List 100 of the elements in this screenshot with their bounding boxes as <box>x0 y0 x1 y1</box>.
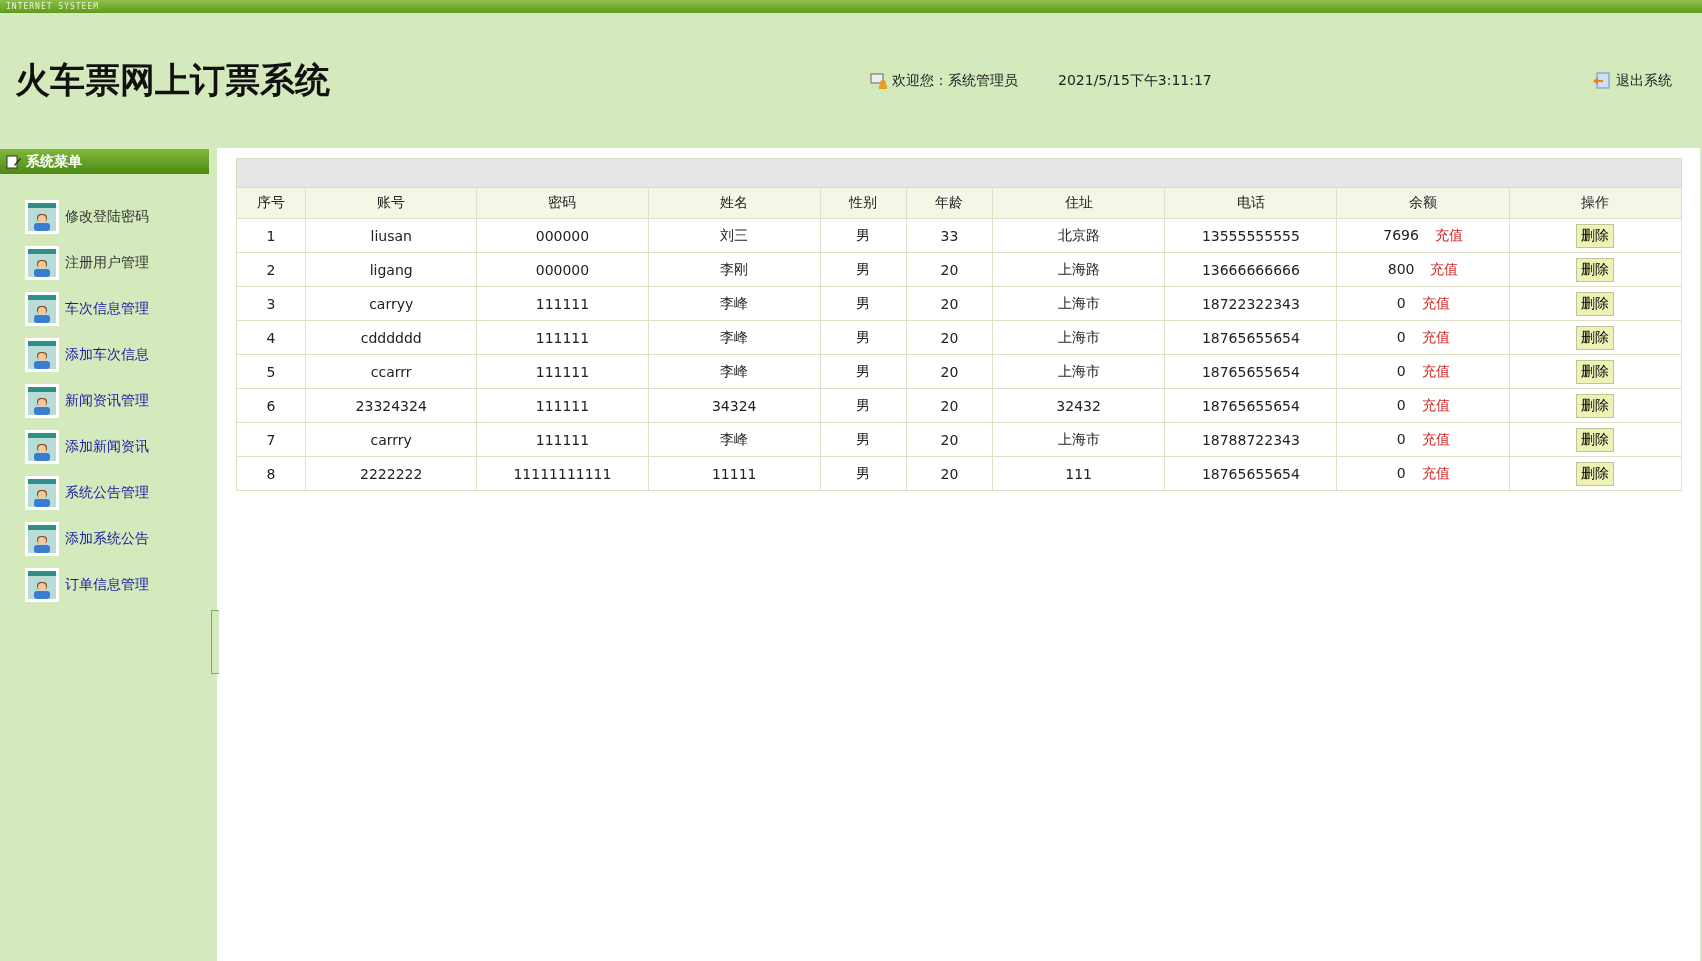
table-cell: 1 <box>236 218 306 253</box>
user-card-icon <box>25 246 59 280</box>
column-header: 电话 <box>1164 187 1337 219</box>
table-cell: 33 <box>906 218 993 253</box>
balance-text: 0 <box>1396 396 1406 413</box>
menu-title: 系统菜单 <box>26 152 82 171</box>
menu-item[interactable]: 添加新闻资讯 <box>25 430 217 464</box>
table-cell: 20 <box>906 252 993 287</box>
menu-item[interactable]: 系统公告管理 <box>25 476 217 510</box>
table-cell: 6 <box>236 388 306 423</box>
column-header: 余额 <box>1337 187 1510 219</box>
user-card-icon <box>25 476 59 510</box>
delete-button[interactable]: 删除 <box>1576 427 1615 452</box>
table-cell: 李峰 <box>648 320 821 355</box>
table-cell: ligang <box>305 252 477 287</box>
table-cell: 32432 <box>992 388 1165 423</box>
table-cell: 18722322343 <box>1164 286 1337 321</box>
delete-button[interactable]: 删除 <box>1576 223 1615 248</box>
column-header: 姓名 <box>648 187 821 219</box>
delete-button[interactable]: 删除 <box>1576 359 1615 384</box>
table-cell: 23324324 <box>305 388 477 423</box>
balance-text: 0 <box>1396 464 1406 481</box>
table-cell: 20 <box>906 320 993 355</box>
menu-item[interactable]: 添加车次信息 <box>25 338 217 372</box>
system-label: INTERNET SYSTEEM <box>6 2 100 11</box>
menu-item[interactable]: 车次信息管理 <box>25 292 217 326</box>
recharge-link[interactable]: 充值 <box>1434 226 1463 243</box>
welcome-text: 欢迎您：系统管理员 <box>870 71 1018 90</box>
column-header: 序号 <box>236 187 306 219</box>
delete-button[interactable]: 删除 <box>1576 325 1615 350</box>
table-cell: 上海市 <box>992 422 1165 457</box>
table-cell: 男 <box>820 456 907 491</box>
balance-text: 7696 <box>1383 226 1419 243</box>
user-card-icon <box>25 338 59 372</box>
table-cell: 13555555555 <box>1164 218 1337 253</box>
table-cell: 2222222 <box>305 456 477 491</box>
table-cell: liusan <box>305 218 477 253</box>
table-cell: 20 <box>906 422 993 457</box>
collapse-handle[interactable] <box>211 610 219 674</box>
table-cell: 上海市 <box>992 354 1165 389</box>
balance-text: 800 <box>1387 260 1415 277</box>
table-cell: 李刚 <box>648 252 821 287</box>
table-cell: 111111 <box>476 388 649 423</box>
recharge-link[interactable]: 充值 <box>1430 260 1459 277</box>
table-cell: 男 <box>820 388 907 423</box>
table-cell: 上海市 <box>992 286 1165 321</box>
table-cell: 18765655654 <box>1164 388 1337 423</box>
table-cell: 111111 <box>476 422 649 457</box>
table-cell: 111111 <box>476 354 649 389</box>
column-header: 住址 <box>992 187 1165 219</box>
column-header: 密码 <box>476 187 649 219</box>
table-cell: 111 <box>992 456 1165 491</box>
menu-item[interactable]: 订单信息管理 <box>25 568 217 602</box>
table-cell: 000000 <box>476 252 649 287</box>
recharge-link[interactable]: 充值 <box>1421 430 1450 447</box>
table-cell: 11111111111 <box>476 456 649 491</box>
table-cell: 男 <box>820 252 907 287</box>
table-cell: 男 <box>820 286 907 321</box>
table-cell: 20 <box>906 354 993 389</box>
menu-item[interactable]: 修改登陆密码 <box>25 200 217 234</box>
table-cell: 20 <box>906 456 993 491</box>
column-header: 账号 <box>305 187 477 219</box>
table-cell: 11111 <box>648 456 821 491</box>
table-cell: ccarrr <box>305 354 477 389</box>
balance-text: 0 <box>1396 430 1406 447</box>
delete-button[interactable]: 删除 <box>1576 257 1615 282</box>
table-cell: 8 <box>236 456 306 491</box>
user-icon <box>870 72 888 89</box>
page-title: 火车票网上订票系统 <box>15 59 331 102</box>
recharge-link[interactable]: 充值 <box>1421 294 1450 311</box>
table-cell: 18765655654 <box>1164 320 1337 355</box>
exit-icon <box>1592 71 1610 90</box>
table-cell: 20 <box>906 388 993 423</box>
table-cell: 18765655654 <box>1164 456 1337 491</box>
table-cell: 13666666666 <box>1164 252 1337 287</box>
table-cell: 111111 <box>476 286 649 321</box>
recharge-link[interactable]: 充值 <box>1421 362 1450 379</box>
column-header: 操作 <box>1509 187 1682 219</box>
user-card-icon <box>25 384 59 418</box>
table-cell: 2 <box>236 252 306 287</box>
menu-item[interactable]: 添加系统公告 <box>25 522 217 556</box>
recharge-link[interactable]: 充值 <box>1421 464 1450 481</box>
menu-item[interactable]: 新闻资讯管理 <box>25 384 217 418</box>
recharge-link[interactable]: 充值 <box>1421 328 1450 345</box>
user-card-icon <box>25 430 59 464</box>
edit-icon <box>6 154 22 169</box>
menu-item[interactable]: 注册用户管理 <box>25 246 217 280</box>
table-cell: carrry <box>305 422 477 457</box>
logout-link[interactable]: 退出系统 <box>1592 71 1672 90</box>
delete-button[interactable]: 删除 <box>1576 291 1615 316</box>
delete-button[interactable]: 删除 <box>1576 393 1615 418</box>
recharge-link[interactable]: 充值 <box>1421 396 1450 413</box>
column-header: 性别 <box>820 187 907 219</box>
table-cell: 4 <box>236 320 306 355</box>
table-cell: 上海路 <box>992 252 1165 287</box>
table-cell: 刘三 <box>648 218 821 253</box>
delete-button[interactable]: 删除 <box>1576 461 1615 486</box>
column-header: 年龄 <box>906 187 993 219</box>
table-cell: 北京路 <box>992 218 1165 253</box>
balance-text: 0 <box>1396 362 1406 379</box>
